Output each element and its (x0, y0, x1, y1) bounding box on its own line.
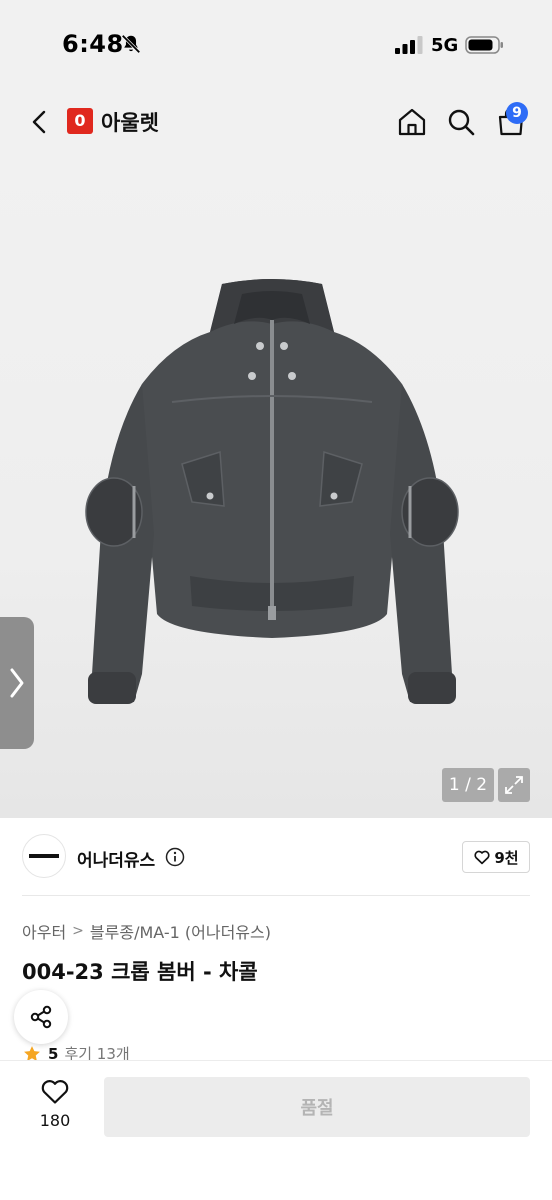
next-slide-tab[interactable] (0, 617, 34, 749)
bottom-purchase-bar: 180 품절 (0, 1060, 552, 1200)
sold-out-button[interactable]: 품절 (104, 1077, 530, 1137)
brand-name[interactable]: 어나더유스 (77, 846, 155, 871)
store-name[interactable]: 아울렛 (101, 107, 159, 137)
brand-like-button[interactable]: 9천 (462, 841, 530, 873)
divider (22, 895, 530, 896)
wishlist-count: 180 (39, 1111, 71, 1130)
cart-count-badge: 9 (506, 102, 528, 124)
store-logo-letter: 0 (74, 111, 86, 130)
chevron-right-icon (10, 668, 24, 698)
search-icon[interactable] (445, 106, 477, 138)
heart-outline-icon (41, 1080, 69, 1104)
wishlist-button[interactable]: 180 (22, 1077, 88, 1137)
product-image[interactable] (72, 254, 472, 724)
expand-icon (505, 776, 523, 794)
share-icon (30, 1005, 52, 1029)
home-icon[interactable] (396, 106, 428, 138)
brand-logo[interactable] (22, 834, 66, 878)
heart-outline-icon (474, 850, 490, 865)
page-indicator: 1 / 2 (442, 768, 494, 802)
battery-icon (465, 36, 503, 54)
expand-button[interactable] (498, 768, 530, 802)
share-button[interactable] (14, 990, 68, 1044)
product-title: 004-23 크롭 봄버 - 차콜 (22, 960, 258, 984)
breadcrumb-subcategory[interactable]: 블루종/MA-1 (어나더유스) (90, 919, 271, 943)
signal-icon (395, 36, 423, 54)
network-type: 5G (431, 35, 459, 56)
store-logo[interactable]: 0 (67, 108, 93, 134)
info-icon[interactable] (165, 847, 185, 867)
app-header: 0 아울렛 (0, 92, 552, 154)
product-gallery[interactable]: 1 / 2 (0, 154, 552, 818)
brand-like-count: 9천 (494, 848, 519, 867)
back-icon[interactable] (24, 106, 56, 138)
bell-slash-icon (121, 34, 141, 54)
breadcrumb-category[interactable]: 아우터 (22, 919, 66, 943)
brand-row: 어나더유스 9천 (0, 818, 552, 898)
status-bar: 6:48 5G (0, 0, 552, 92)
chevron-right-icon: > (72, 923, 84, 939)
status-time: 6:48 (62, 30, 124, 58)
breadcrumb: 아우터 > 블루종/MA-1 (어나더유스) (22, 919, 271, 943)
